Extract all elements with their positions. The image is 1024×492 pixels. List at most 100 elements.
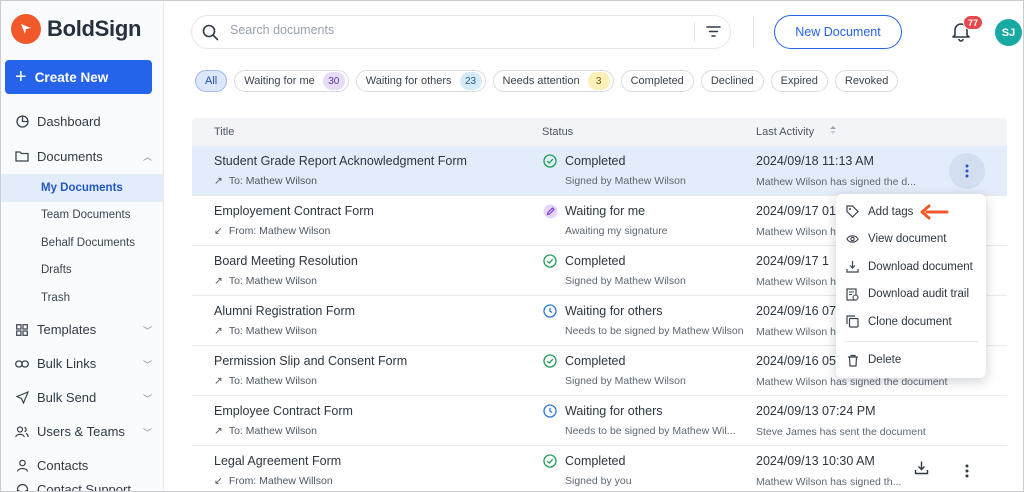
chevron-down-icon: ﹀: [142, 427, 152, 438]
search-icon[interactable]: [202, 24, 219, 46]
menu-item-download-document[interactable]: Download document: [836, 253, 986, 281]
sidebar-item-bulk-send[interactable]: Bulk Send ﹀: [1, 386, 164, 410]
sidebar-item-contact-support[interactable]: Contact Support: [1, 478, 164, 491]
app-name: BoldSign: [47, 16, 142, 41]
filter-chip-revoked[interactable]: Revoked: [834, 70, 899, 92]
sidebar-item-label: Templates: [37, 322, 97, 337]
document-title[interactable]: Alumni Registration Form: [214, 304, 355, 318]
sidebar-subitem-my-documents[interactable]: My Documents: [1, 174, 164, 202]
document-recipient: ↙ From: Mathew Wilson: [214, 225, 330, 237]
filter-chip-declined[interactable]: Declined: [700, 70, 764, 92]
status-detail: Awaiting my signature: [565, 225, 668, 237]
document-recipient: ↙ From: Mathew Willson: [214, 475, 333, 487]
document-title[interactable]: Employement Contract Form: [214, 204, 374, 218]
status-filter-bar: All Waiting for me 30 Waiting for others 2…: [195, 70, 899, 92]
sidebar-item-contacts[interactable]: Contacts: [1, 454, 164, 478]
notification-badge: 77: [963, 15, 983, 30]
document-recipient: ↗ To: Mathew Wilson: [214, 375, 317, 387]
sidebar-subitem-behalf-documents[interactable]: Behalf Documents: [1, 229, 164, 257]
filter-icon[interactable]: [706, 25, 721, 43]
arrow-down-left-icon: ↙: [214, 225, 223, 237]
filter-label: Declined: [710, 75, 754, 87]
filter-count: 23: [459, 72, 482, 90]
activity-date: 2024/09/13 07:24 PM: [756, 404, 876, 418]
status-detail: Needs to be signed by Mathew Wilson: [565, 325, 744, 337]
sidebar-item-label: Users & Teams: [37, 424, 125, 439]
boldsign-logo-icon: [11, 14, 41, 44]
chevron-down-icon: ﹀: [142, 325, 152, 336]
status-detail: Signed by Mathew Wilson: [565, 275, 686, 287]
link-icon: [15, 357, 29, 371]
filter-chip-waiting-for-me[interactable]: Waiting for me 30: [234, 70, 349, 92]
filter-chip-needs-attention[interactable]: Needs attention 3: [492, 70, 614, 92]
recipient-text: To: Mathew Wilson: [228, 375, 317, 387]
sidebar-subitem-trash[interactable]: Trash: [1, 284, 164, 312]
activity-detail: Mathew Wilson has signed th...: [756, 476, 902, 488]
document-recipient: ↗ To: Mathew Wilson: [214, 175, 317, 187]
search-input[interactable]: [230, 23, 670, 37]
sort-icon[interactable]: [829, 125, 837, 138]
status-text: Waiting for others: [565, 304, 663, 318]
sidebar-subitem-team-documents[interactable]: Team Documents: [1, 202, 164, 230]
menu-item-label: Download document: [868, 260, 973, 273]
column-header-title[interactable]: Title: [214, 126, 234, 138]
arrow-up-right-icon: ↗: [214, 425, 223, 437]
dashboard-icon: [15, 114, 29, 128]
pen-icon: [543, 204, 558, 219]
eye-icon: [846, 233, 859, 246]
document-title[interactable]: Student Grade Report Acknowledgment Form: [214, 154, 467, 168]
recipient-text: From: Mathew Wilson: [228, 225, 331, 237]
document-title[interactable]: Board Meeting Resolution: [214, 254, 358, 268]
sidebar-item-dashboard[interactable]: Dashboard: [1, 109, 164, 133]
menu-item-clone-document[interactable]: Clone document: [836, 308, 986, 336]
document-title[interactable]: Employee Contract Form: [214, 404, 353, 418]
kebab-icon[interactable]: [959, 461, 975, 481]
menu-item-view-document[interactable]: View document: [836, 226, 986, 254]
column-header-status[interactable]: Status: [542, 126, 573, 138]
download-icon[interactable]: [914, 460, 929, 480]
sidebar-subitem-drafts[interactable]: Drafts: [1, 257, 164, 285]
status-text: Completed: [565, 454, 626, 468]
filter-chip-completed[interactable]: Completed: [620, 70, 694, 92]
sidebar-item-bulk-links[interactable]: Bulk Links ﹀: [1, 352, 164, 376]
status-detail: Signed by you: [565, 475, 632, 487]
search-bar: [191, 15, 731, 49]
filter-label: All: [205, 75, 218, 87]
audit-trail-icon: [846, 288, 859, 301]
menu-item-add-tags[interactable]: Add tags: [836, 198, 986, 226]
sidebar-item-templates[interactable]: Templates ﹀: [1, 318, 164, 342]
filter-label: Completed: [630, 75, 684, 87]
table-row[interactable]: Student Grade Report Acknowledgment Form…: [192, 146, 1007, 196]
folder-icon: [15, 149, 29, 163]
status-detail: Needs to be signed by Mathew Wil...: [565, 425, 736, 437]
sidebar-item-documents[interactable]: Documents ︿: [1, 144, 164, 168]
table-row[interactable]: Employee Contract Form ↗ To: Mathew Wilso…: [192, 396, 1007, 446]
chevron-down-icon: ﹀: [142, 359, 152, 370]
more-actions-button[interactable]: [949, 153, 985, 189]
menu-divider: [844, 340, 978, 342]
new-document-button[interactable]: New Document: [774, 15, 902, 49]
avatar[interactable]: SJ: [995, 19, 1022, 46]
filter-label: Needs attention: [502, 75, 580, 87]
menu-item-download-audit-trail[interactable]: Download audit trail: [836, 281, 986, 309]
sidebar: BoldSign + Create New Dashboard Document…: [1, 1, 164, 491]
activity-detail: Mathew Wilson has signed the d...: [756, 176, 916, 188]
activity-detail: Steve James has sent the document: [756, 426, 926, 438]
arrow-down-left-icon: ↙: [214, 475, 223, 487]
status-text: Completed: [565, 154, 626, 168]
filter-chip-all[interactable]: All: [195, 70, 228, 92]
app-logo[interactable]: BoldSign: [11, 14, 141, 44]
sidebar-item-users-teams[interactable]: Users & Teams ﹀: [1, 420, 164, 444]
menu-item-delete[interactable]: Delete: [836, 347, 986, 375]
filter-chip-waiting-for-others[interactable]: Waiting for others 23: [355, 70, 486, 92]
document-title[interactable]: Permission Slip and Consent Form: [214, 354, 407, 368]
filter-chip-expired[interactable]: Expired: [770, 70, 828, 92]
table-row[interactable]: Legal Agreement Form ↙ From: Mathew Wills…: [192, 446, 1007, 491]
recipient-text: To: Mathew Wilson: [228, 425, 317, 437]
kebab-icon: [965, 164, 969, 178]
recipient-text: To: Mathew Wilson: [228, 325, 317, 337]
create-new-button[interactable]: + Create New: [5, 60, 152, 94]
filter-count: 3: [587, 72, 610, 90]
document-title[interactable]: Legal Agreement Form: [214, 454, 341, 468]
column-header-last-activity[interactable]: Last Activity: [756, 126, 814, 138]
